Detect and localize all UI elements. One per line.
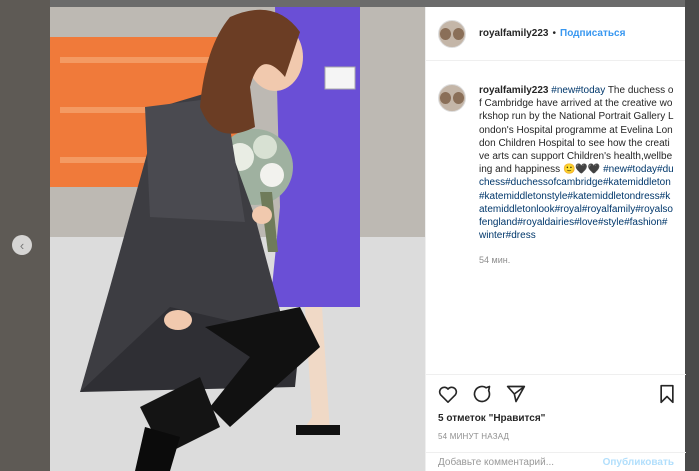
avatar[interactable] xyxy=(438,19,466,48)
post-modal: royalfamily223 • Подписаться royalfamily… xyxy=(50,7,686,471)
caption-hashtags[interactable]: #new#today xyxy=(551,85,605,96)
post-image xyxy=(50,7,425,471)
caption-body: royalfamily223 #new#today The duchess of… xyxy=(479,84,674,374)
caption-username[interactable]: royalfamily223 xyxy=(479,85,549,96)
caption-area: royalfamily223 #new#today The duchess of… xyxy=(426,62,686,374)
post-sidebar: royalfamily223 • Подписаться royalfamily… xyxy=(425,7,686,471)
likes-suffix: "Нравится" xyxy=(485,413,546,424)
caption-segment: The duchess of Cambridge have arrived at… xyxy=(479,85,674,176)
likes-number: 5 отметок xyxy=(438,413,486,424)
heart-icon[interactable] xyxy=(438,385,458,403)
post-header: royalfamily223 • Подписаться xyxy=(426,7,685,61)
comment-icon[interactable] xyxy=(472,384,492,404)
background-overlay-right xyxy=(685,0,699,471)
follow-button[interactable]: Подписаться xyxy=(560,28,625,39)
bookmark-icon[interactable] xyxy=(658,384,676,404)
post-comment-button[interactable]: Опубликовать xyxy=(603,457,674,468)
separator-dot: • xyxy=(552,28,557,39)
post-date: 54 МИНУТ НАЗАД xyxy=(438,432,510,441)
action-icons xyxy=(426,375,686,413)
chevron-left-icon: ‹ xyxy=(19,237,25,253)
comment-input[interactable]: Добавьте комментарий... xyxy=(438,457,603,468)
caption-time: 54 мин. xyxy=(479,255,511,266)
share-icon[interactable] xyxy=(506,384,526,404)
previous-post-button[interactable]: ‹ xyxy=(12,235,32,255)
caption-text: royalfamily223 #new#today The duchess of… xyxy=(479,84,674,242)
comment-box: Добавьте комментарий... Опубликовать xyxy=(426,452,686,471)
caption-avatar[interactable] xyxy=(438,84,466,112)
header-username[interactable]: royalfamily223 xyxy=(479,28,549,39)
post-photo[interactable] xyxy=(50,7,425,471)
caption-hashtags[interactable]: #new#today#duchess#duchessofcambridge#ka… xyxy=(479,164,674,241)
likes-count[interactable]: 5 отметок "Нравится" xyxy=(426,413,686,424)
